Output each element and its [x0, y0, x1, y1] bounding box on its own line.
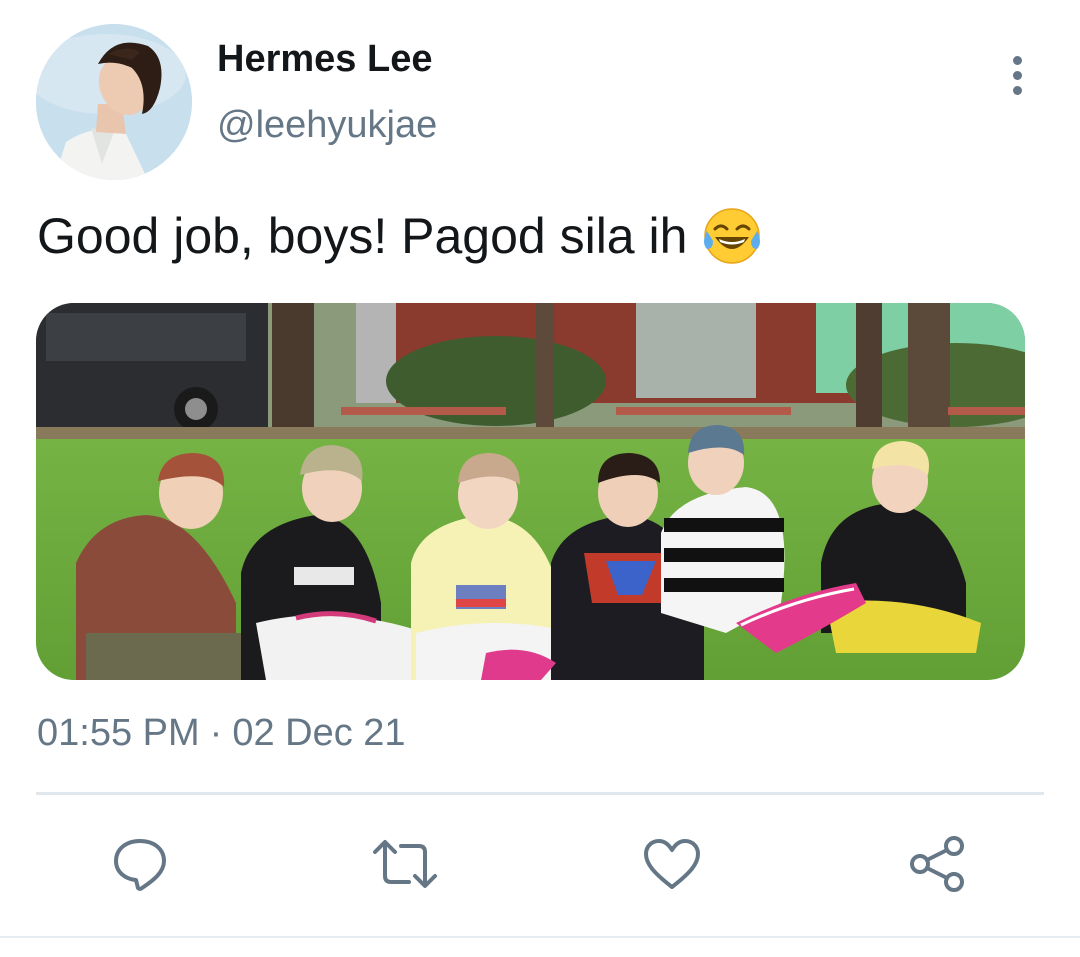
reply-button[interactable]: [108, 832, 172, 896]
like-button[interactable]: [640, 832, 704, 896]
tweet-date: 02 Dec 21: [232, 712, 406, 754]
tweet-body: Good job, boys! Pagod sila ih: [37, 208, 688, 264]
tweet-text: Good job, boys! Pagod sila ih: [37, 205, 763, 267]
retweet-button[interactable]: [373, 832, 437, 896]
tears-of-joy-emoji-icon: [701, 205, 763, 267]
display-name[interactable]: Hermes Lee: [217, 38, 432, 81]
more-dot: [1012, 85, 1022, 95]
avatar[interactable]: [36, 24, 192, 180]
tweet-card: Hermes Lee @leehyukjae Good job, boys! P…: [0, 0, 1080, 957]
share-button[interactable]: [906, 832, 970, 896]
tweet-timestamp[interactable]: 01:55 PM · 02 Dec 21: [37, 712, 406, 755]
user-handle[interactable]: @leehyukjae: [217, 104, 437, 147]
share-icon: [908, 834, 968, 894]
divider: [36, 792, 1044, 795]
more-dot: [1012, 55, 1022, 65]
timestamp-separator: ·: [209, 712, 223, 754]
tweet-photo[interactable]: [36, 303, 1025, 680]
bottom-divider: [0, 936, 1080, 938]
retweet-icon: [371, 836, 439, 892]
more-options-button[interactable]: [996, 50, 1038, 100]
speech-bubble-icon: [110, 835, 170, 893]
more-dot: [1012, 70, 1022, 80]
tweet-time: 01:55 PM: [37, 712, 200, 754]
heart-icon: [642, 837, 702, 891]
